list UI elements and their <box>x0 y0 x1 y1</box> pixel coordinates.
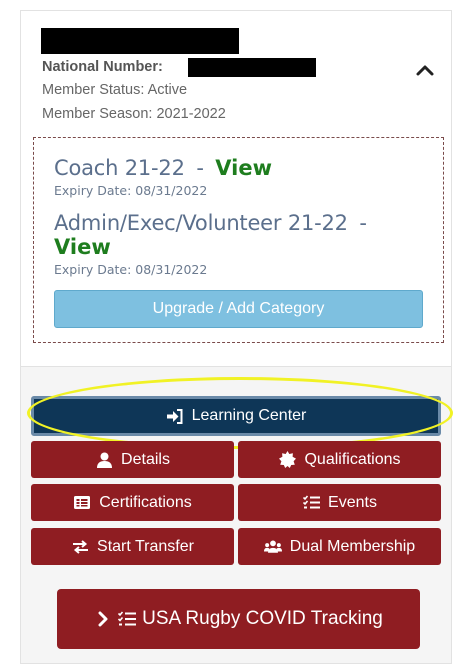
certifications-label: Certifications <box>99 493 192 511</box>
category-separator: - <box>359 211 367 235</box>
events-button[interactable]: Events <box>238 484 441 521</box>
member-season: Member Season: 2021-2022 <box>42 106 226 122</box>
expiry-date: Expiry Date: 08/31/2022 <box>54 262 208 277</box>
expiry-date: Expiry Date: 08/31/2022 <box>54 183 208 198</box>
learning-center-label: Learning Center <box>191 407 307 424</box>
covid-tracking-button[interactable]: USA Rugby COVID Tracking <box>57 589 420 649</box>
certificate-icon <box>278 451 296 469</box>
view-link[interactable]: View <box>54 235 111 259</box>
redacted-member-name <box>41 28 239 54</box>
member-card: National Number: Member Status: Active M… <box>21 11 451 367</box>
list-check-icon <box>302 494 320 512</box>
exchange-icon <box>71 538 89 556</box>
category-admin-view: View <box>54 235 111 259</box>
details-label: Details <box>121 450 170 468</box>
view-link[interactable]: View <box>215 156 272 180</box>
qualifications-label: Qualifications <box>304 450 401 468</box>
category-separator: - <box>196 156 204 180</box>
start-transfer-label: Start Transfer <box>97 537 194 555</box>
chevron-up-icon[interactable] <box>415 63 435 77</box>
start-transfer-button[interactable]: Start Transfer <box>31 528 234 565</box>
dual-membership-button[interactable]: Dual Membership <box>238 528 441 565</box>
member-status: Member Status: Active <box>42 82 188 98</box>
users-icon <box>263 538 282 556</box>
covid-tracking-label: USA Rugby COVID Tracking <box>142 608 383 629</box>
events-label: Events <box>328 493 377 511</box>
categories-box: Coach 21-22 - View Expiry Date: 08/31/20… <box>33 137 444 343</box>
qualifications-button[interactable]: Qualifications <box>238 441 441 478</box>
id-card-icon <box>73 494 91 512</box>
category-title: Coach 21-22 <box>54 156 185 180</box>
category-admin: Admin/Exec/Volunteer 21-22 - <box>54 211 394 235</box>
redacted-national-number <box>188 58 316 77</box>
category-title: Admin/Exec/Volunteer 21-22 <box>54 211 348 235</box>
details-button[interactable]: Details <box>31 441 234 478</box>
category-coach: Coach 21-22 - View <box>54 156 272 180</box>
dual-membership-label: Dual Membership <box>289 537 416 555</box>
chevron-right-icon <box>94 610 112 628</box>
sign-in-icon <box>166 407 184 425</box>
user-icon <box>95 451 113 469</box>
learning-center-button[interactable]: Learning Center <box>31 396 441 436</box>
list-check-icon <box>118 610 137 628</box>
national-number-label: National Number: <box>42 59 163 75</box>
certifications-button[interactable]: Certifications <box>31 484 234 521</box>
upgrade-category-button[interactable]: Upgrade / Add Category <box>54 290 423 328</box>
member-panel: National Number: Member Status: Active M… <box>20 10 453 664</box>
